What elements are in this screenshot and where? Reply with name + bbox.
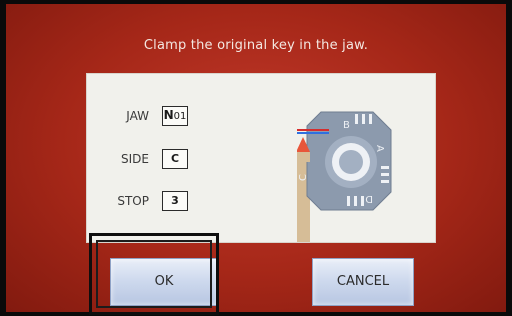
stop-value-box: 3: [162, 191, 188, 211]
side-letter-b: B: [343, 120, 350, 131]
jaw-value-box: N01: [162, 106, 188, 126]
side-letter-c: C: [298, 174, 309, 181]
jaw-notch: [369, 114, 372, 124]
instruction-text: Clamp the original key in the jaw.: [143, 38, 369, 53]
jaw-notch: [354, 196, 357, 206]
setup-panel: JAW N01 SIDE C STOP 3 B A D C: [86, 73, 436, 243]
touch-screen: Clamp the original key in the jaw. JAW N…: [6, 4, 506, 312]
jaw-hub-center: [339, 150, 363, 174]
jaw-value-prefix: N: [163, 108, 174, 122]
cancel-button[interactable]: CANCEL: [312, 258, 414, 306]
side-letter-a: A: [374, 145, 385, 152]
jaw-notch: [355, 114, 358, 124]
jaw-notch: [361, 196, 364, 206]
ok-button[interactable]: OK: [110, 258, 218, 306]
side-label: SIDE: [121, 152, 149, 166]
side-value-box: C: [162, 149, 188, 169]
jaw-notch: [347, 196, 350, 206]
key-blade: [297, 152, 310, 162]
jaw-notch: [381, 173, 389, 176]
stop-label: STOP: [117, 194, 149, 208]
jaw-key-diagram: B A D C: [297, 111, 392, 242]
jaw-notch: [362, 114, 365, 124]
side-letter-d: D: [365, 193, 373, 204]
jaw-notch: [381, 180, 389, 183]
jaw-label: JAW: [126, 109, 149, 123]
jaw-notch: [381, 166, 389, 169]
jaw-value-suffix: 01: [173, 111, 187, 122]
